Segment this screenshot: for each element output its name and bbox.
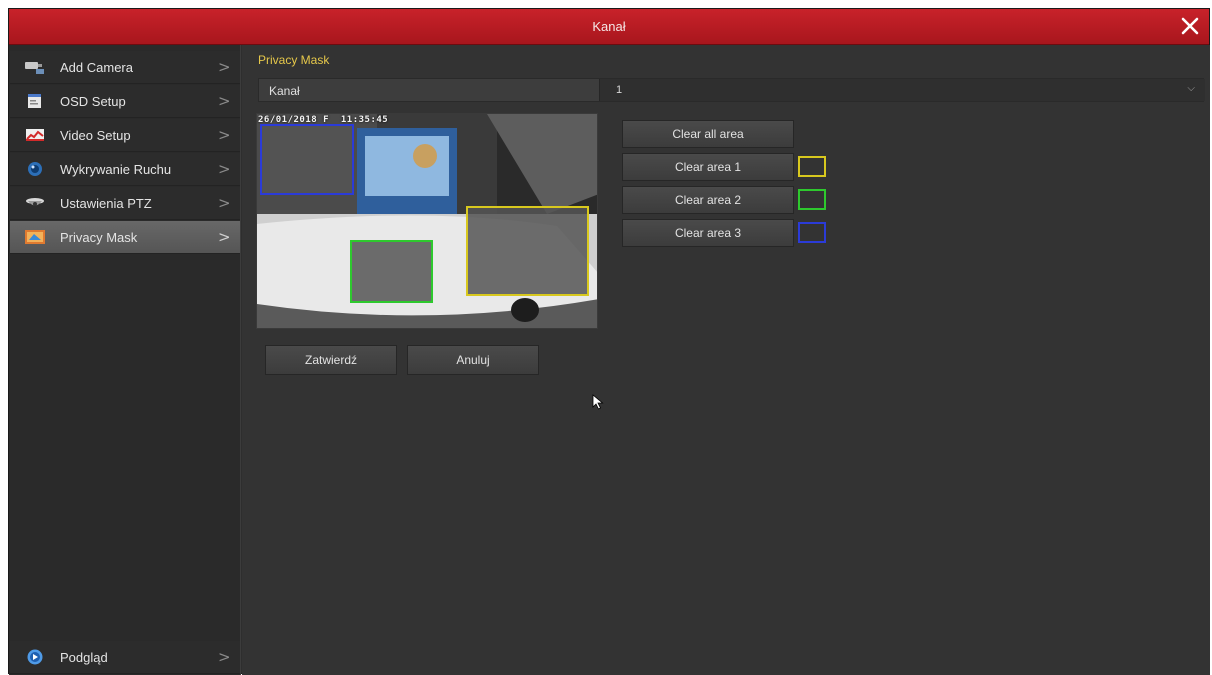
sidebar-item-video-setup[interactable]: Video Setup > [10,119,240,152]
clear-all-area-button[interactable]: Clear all area [622,120,794,148]
clear-area-1-button[interactable]: Clear area 1 [622,153,794,181]
sidebar-item-add-camera[interactable]: Add Camera > [10,51,240,84]
sidebar-item-label: Ustawienia PTZ [60,195,152,211]
sidebar-item-label: Add Camera [60,59,133,75]
camera-icon [25,62,44,74]
channel-settings-window: Kanał Add Camera > OSD Setup > Video Set… [8,8,1210,675]
sidebar-item-osd-setup[interactable]: OSD Setup > [10,85,240,118]
sidebar-item-motion-detection[interactable]: Wykrywanie Ruchu > [10,153,240,186]
chevron-right-icon: > [218,194,231,212]
sidebar-item-privacy-mask[interactable]: Privacy Mask > [10,221,240,254]
sidebar-item-label: Wykrywanie Ruchu [60,161,172,177]
area-3-color-swatch [798,222,826,243]
title-bar: Kanał [9,9,1209,45]
close-icon[interactable] [1177,13,1203,39]
sidebar: Add Camera > OSD Setup > Video Setup > W… [9,45,241,675]
chevron-right-icon: > [218,160,231,178]
sidebar-item-ptz-settings[interactable]: Ustawienia PTZ > [10,187,240,220]
channel-select[interactable]: 1 ⌵ [599,79,1205,101]
sidebar-item-label: OSD Setup [60,93,126,109]
privacy-mask-area-2[interactable] [350,240,433,303]
motion-detection-icon [28,162,42,176]
channel-label: Kanał [269,84,300,98]
chevron-right-icon: > [218,126,231,144]
chevron-right-icon: > [218,228,231,246]
ptz-icon [26,198,44,206]
clear-area-3-button[interactable]: Clear area 3 [622,219,794,247]
privacy-mask-area-3[interactable] [260,124,354,195]
chevron-right-icon: > [218,58,231,76]
chevron-down-icon: ⌵ [1187,83,1195,94]
cancel-button[interactable]: Anuluj [407,345,539,375]
confirm-button[interactable]: Zatwierdź [265,345,397,375]
window-title: Kanał [592,19,626,34]
video-setup-icon [26,129,44,141]
privacy-mask-icon [25,230,45,244]
privacy-mask-area-1[interactable] [466,206,589,296]
section-title: Privacy Mask [258,53,330,67]
osd-icon [28,94,41,108]
sidebar-item-label: Podgląd [60,649,108,665]
clear-area-2-button[interactable]: Clear area 2 [622,186,794,214]
area-1-color-swatch [798,156,826,177]
sidebar-item-preview[interactable]: Podgląd > [10,641,240,674]
chevron-right-icon: > [218,648,231,666]
channel-row: Kanał 1 ⌵ [258,78,1205,102]
chevron-right-icon: > [218,92,231,110]
sidebar-item-label: Video Setup [60,127,131,143]
camera-preview[interactable]: 26/01/2018 F 11:35:45 [256,113,598,329]
sidebar-item-label: Privacy Mask [60,229,138,245]
channel-select-value: 1 [616,84,623,96]
mouse-cursor-icon [592,394,604,410]
preview-icon [27,649,43,665]
main-panel: Privacy Mask Kanał 1 ⌵ 26/01/2018 F 11:3… [242,45,1210,675]
area-2-color-swatch [798,189,826,210]
